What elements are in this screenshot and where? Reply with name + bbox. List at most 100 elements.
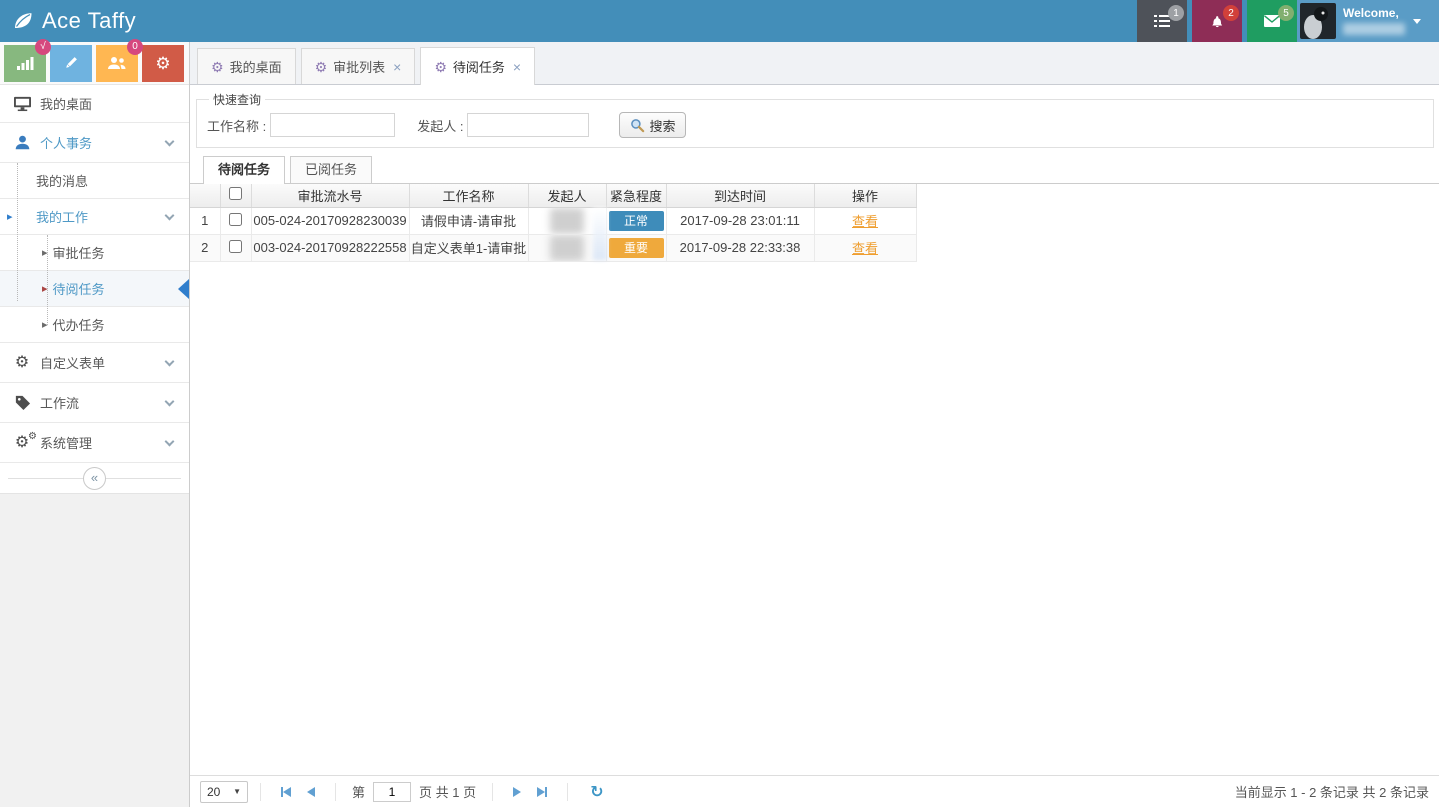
redacted-name xyxy=(550,234,584,260)
sidebar-item-workflow[interactable]: 工作流 xyxy=(0,383,189,423)
arrival-time-cell: 2017-09-28 23:01:11 xyxy=(666,207,815,235)
sidebar-item-my-work[interactable]: ▸ 我的工作 xyxy=(0,199,189,235)
serial-cell: 003-024-20170928222558 xyxy=(251,234,410,262)
user-avatar xyxy=(1300,3,1336,39)
table-row[interactable]: 1 005-024-20170928230039 请假申请-请审批 正常 201… xyxy=(190,207,917,235)
search-button[interactable]: 搜索 xyxy=(619,112,687,138)
subtab-label: 待阅任务 xyxy=(218,162,271,177)
stats-shortcut-button[interactable]: √ xyxy=(4,38,51,82)
view-link[interactable]: 查看 xyxy=(852,241,878,256)
page-size-value: 20 xyxy=(207,784,221,799)
search-button-label: 搜索 xyxy=(649,118,676,134)
tasks-table: 审批流水号 工作名称 发起人 紧急程度 到达时间 操作 1 005-024-20… xyxy=(190,184,917,262)
navbar-buttons: 1 2 5 xyxy=(1132,0,1297,42)
notifications-button[interactable]: 2 xyxy=(1192,0,1242,42)
row-checkbox[interactable] xyxy=(229,239,242,253)
sidebar-item-my-desktop[interactable]: 我的桌面 xyxy=(0,85,189,123)
sidebar-item-label: 系统管理 xyxy=(40,436,93,451)
column-header-work-name[interactable]: 工作名称 xyxy=(409,184,529,208)
tab-gear-icon: ⚙ xyxy=(314,58,328,75)
view-link[interactable]: 查看 xyxy=(852,214,878,229)
divider xyxy=(260,782,261,801)
user-caret-icon xyxy=(1413,18,1421,24)
select-all-header[interactable] xyxy=(220,184,252,208)
tab-my-desktop[interactable]: ⚙ 我的桌面 xyxy=(197,48,296,84)
gears-icon: ⚙ ⚙ xyxy=(14,430,37,451)
records-info: 当前显示 1 - 2 条记录 共 2 条记录 xyxy=(1234,785,1429,800)
window-tabbar: ⚙ 我的桌面 ⚙ 审批列表 × ⚙ 待阅任务 × xyxy=(190,42,1439,85)
divider xyxy=(335,782,336,801)
settings-shortcut-button[interactable]: ⚙ xyxy=(142,44,184,82)
row-checkbox[interactable] xyxy=(229,212,242,226)
close-icon[interactable]: × xyxy=(393,59,401,75)
column-header-arrival-time[interactable]: 到达时间 xyxy=(666,184,815,208)
refresh-icon[interactable]: ↻ xyxy=(590,782,603,802)
column-header-initiator[interactable]: 发起人 xyxy=(528,184,607,208)
rownum-header xyxy=(190,184,221,208)
grid-subtabs: 待阅任务 已阅任务 xyxy=(190,156,1439,184)
tab-approval-list[interactable]: ⚙ 审批列表 × xyxy=(300,48,416,84)
first-page-button[interactable] xyxy=(281,786,291,797)
divider xyxy=(492,782,494,801)
page-number-input[interactable] xyxy=(373,781,412,802)
tab-pending-read-tasks[interactable]: ⚙ 待阅任务 × xyxy=(420,47,536,85)
initiator-cell xyxy=(528,234,607,262)
urgency-badge: 正常 xyxy=(608,210,664,231)
brand-logo[interactable]: Ace Taffy xyxy=(0,8,136,34)
close-icon[interactable]: × xyxy=(513,59,521,75)
messages-button[interactable]: 5 xyxy=(1247,0,1297,42)
last-page-button[interactable] xyxy=(537,786,548,797)
column-header-actions[interactable]: 操作 xyxy=(814,184,917,208)
sidebar-item-system-management[interactable]: ⚙ ⚙ 系统管理 xyxy=(0,423,189,463)
sidebar-item-my-messages[interactable]: 我的消息 xyxy=(0,163,189,199)
sidebar-item-label: 待阅任务 xyxy=(52,282,105,297)
arrival-time-cell: 2017-09-28 22:33:38 xyxy=(666,234,815,262)
chevron-down-icon xyxy=(164,136,175,146)
table-header-row: 审批流水号 工作名称 发起人 紧急程度 到达时间 操作 xyxy=(190,184,917,208)
row-number: 2 xyxy=(190,234,221,262)
users-badge: 0 xyxy=(127,38,143,55)
edit-shortcut-button[interactable] xyxy=(50,44,92,82)
current-branch-icon: ▸ xyxy=(7,211,13,223)
pager-bar: 20 ▼ 第 页 共 1 页 ↻ 当前显示 1 - 2 条记录 共 2 条记录 xyxy=(190,775,1439,807)
sidebar-item-label: 代办任务 xyxy=(52,318,105,333)
prev-page-button[interactable] xyxy=(307,786,315,797)
tab-gear-icon: ⚙ xyxy=(211,58,224,75)
user-menu[interactable]: Welcome, xyxy=(1297,0,1439,42)
column-header-urgency[interactable]: 紧急程度 xyxy=(606,184,667,208)
sidebar-item-pending-read-tasks[interactable]: ▸ 待阅任务 xyxy=(0,271,189,307)
work-name-input[interactable] xyxy=(270,113,396,137)
subtab-already-read[interactable]: 已阅任务 xyxy=(290,156,373,183)
sidebar-item-approval-tasks[interactable]: ▸ 审批任务 xyxy=(0,235,189,271)
users-shortcut-button[interactable]: 0 xyxy=(96,38,143,82)
page-size-select[interactable]: 20 ▼ xyxy=(200,780,248,803)
page-suffix-label: 页 共 1 页 xyxy=(419,785,477,800)
next-page-button[interactable] xyxy=(513,786,522,797)
sidebar-item-custom-forms[interactable]: ⚙ 自定义表单 xyxy=(0,343,189,383)
select-all-checkbox[interactable] xyxy=(229,187,242,201)
main-content: ⚙ 我的桌面 ⚙ 审批列表 × ⚙ 待阅任务 × 快速查询 工作名称 : 发起人… xyxy=(190,42,1439,807)
caret-down-icon: ▼ xyxy=(233,787,241,796)
initiator-input[interactable] xyxy=(467,113,590,137)
table-row[interactable]: 2 003-024-20170928222558 自定义表单1-请审批 重要 2… xyxy=(190,234,917,262)
sidebar-menu: 我的桌面 个人事务 我的消息 ▸ 我的工作 ▸ 审批任务 ▸ 待阅任务 ▸ 代办… xyxy=(0,85,189,463)
initiator-cell xyxy=(528,207,607,235)
work-name-cell: 请假申请-请审批 xyxy=(409,207,529,235)
sidebar-collapse-button[interactable]: « xyxy=(83,466,106,490)
column-header-serial[interactable]: 审批流水号 xyxy=(251,184,410,208)
welcome-label: Welcome, xyxy=(1343,6,1399,20)
sidebar-item-label: 审批任务 xyxy=(52,246,105,261)
sidebar-item-personal-affairs[interactable]: 个人事务 xyxy=(0,123,189,163)
sidebar-item-label: 我的工作 xyxy=(36,210,89,225)
tree-line xyxy=(47,235,48,325)
chevron-down-icon xyxy=(164,356,175,366)
active-item-marker xyxy=(178,278,189,299)
sidebar-item-todo-tasks[interactable]: ▸ 代办任务 xyxy=(0,307,189,343)
pencil-icon xyxy=(66,57,77,68)
sidebar-item-label: 自定义表单 xyxy=(40,356,106,371)
username-redacted xyxy=(1343,23,1405,35)
sidebar: √ 0 ⚙ 我的桌面 个人事务 我的消息 ▸ 我的工作 ▸ 审批任务 ▸ 待阅任… xyxy=(0,38,190,807)
tasks-button[interactable]: 1 xyxy=(1137,0,1187,42)
subtab-pending-read[interactable]: 待阅任务 xyxy=(203,156,286,184)
sidebar-item-label: 我的桌面 xyxy=(40,97,93,112)
